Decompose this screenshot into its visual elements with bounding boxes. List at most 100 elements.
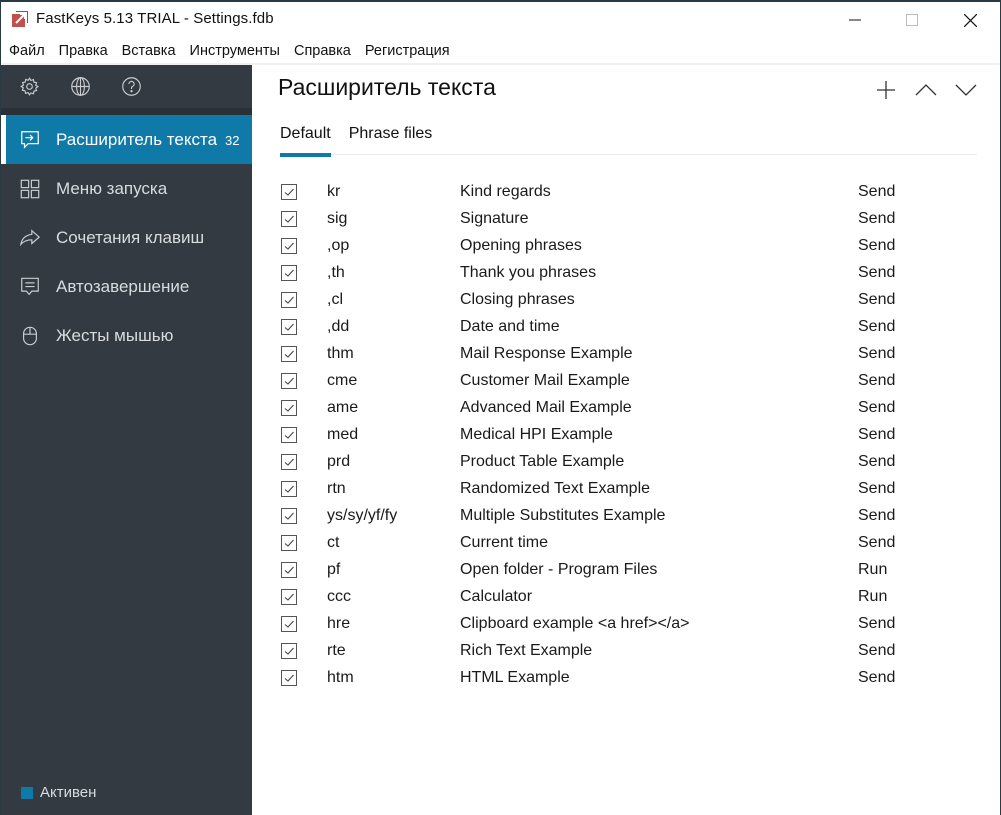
maximize-button[interactable] [883, 2, 941, 38]
menu-registration[interactable]: Регистрация [365, 43, 450, 59]
enabled-checkbox[interactable] [281, 345, 297, 362]
phrase-description: Multiple Substitutes Example [460, 506, 666, 524]
minimize-icon [849, 19, 861, 21]
phrase-abbreviation: thm [327, 344, 354, 362]
menu-insert[interactable]: Вставка [122, 43, 176, 59]
phrase-action: Send [858, 668, 896, 686]
tab-default[interactable]: Default [280, 123, 331, 157]
enabled-checkbox[interactable] [281, 453, 297, 470]
phrase-abbreviation: sig [327, 209, 348, 227]
enabled-checkbox[interactable] [281, 534, 297, 551]
checkmark-icon [284, 485, 294, 493]
phrase-row[interactable]: ct Current time Send [280, 529, 980, 556]
enabled-checkbox[interactable] [281, 318, 297, 335]
globe-icon [71, 77, 90, 96]
phrase-action: Send [858, 506, 896, 524]
phrase-row[interactable]: prd Product Table Example Send [280, 448, 980, 475]
checkmark-icon [284, 458, 294, 466]
mouse-icon [18, 324, 42, 348]
sidebar-item-label: Автозавершение [56, 276, 190, 296]
sidebar-item-shortcuts[interactable]: Сочетания клавиш [1, 213, 252, 262]
tab-phrase-files[interactable]: Phrase files [349, 123, 433, 155]
checkmark-icon [284, 215, 294, 223]
enabled-checkbox[interactable] [281, 237, 297, 254]
status-label: Активен [40, 784, 97, 801]
phrase-row[interactable]: htm HTML Example Send [280, 664, 980, 691]
phrase-abbreviation: ccc [327, 587, 351, 605]
phrase-row[interactable]: kr Kind regards Send [280, 178, 980, 205]
phrase-row[interactable]: ys/sy/yf/fy Multiple Substitutes Example… [280, 502, 980, 529]
checkmark-icon [284, 188, 294, 196]
title-bar: FastKeys 5.13 TRIAL - Settings.fdb [1, 2, 1000, 38]
move-up-button[interactable] [913, 77, 939, 103]
sidebar-item-autocomplete[interactable]: Автозавершение [1, 262, 252, 311]
help-icon [122, 77, 141, 96]
minimize-button[interactable] [826, 2, 884, 38]
enabled-checkbox[interactable] [281, 588, 297, 605]
add-phrase-button[interactable] [873, 77, 899, 103]
checkmark-icon [284, 431, 294, 439]
phrase-abbreviation: hre [327, 614, 351, 632]
enabled-checkbox[interactable] [281, 399, 297, 416]
phrase-description: Clipboard example <a href></a> [460, 614, 690, 632]
maximize-icon [906, 14, 918, 26]
checkmark-icon [284, 593, 294, 601]
phrase-action: Send [858, 371, 896, 389]
menu-edit[interactable]: Правка [59, 43, 108, 59]
status-indicator: Активен [21, 784, 96, 801]
enabled-checkbox[interactable] [281, 426, 297, 443]
menu-tools[interactable]: Инструменты [190, 43, 280, 59]
enabled-checkbox[interactable] [281, 669, 297, 686]
sidebar-divider [1, 108, 252, 115]
checkmark-icon [284, 647, 294, 655]
phrase-description: Medical HPI Example [460, 425, 613, 443]
phrase-row[interactable]: hre Clipboard example <a href></a> Send [280, 610, 980, 637]
checkmark-icon [284, 242, 294, 250]
phrase-row[interactable]: rtn Randomized Text Example Send [280, 475, 980, 502]
phrase-abbreviation: ,th [327, 263, 345, 281]
phrase-row[interactable]: rte Rich Text Example Send [280, 637, 980, 664]
enabled-checkbox[interactable] [281, 561, 297, 578]
plus-icon [877, 81, 895, 99]
close-button[interactable] [941, 2, 999, 38]
enabled-checkbox[interactable] [281, 210, 297, 227]
sidebar-item-start-menu[interactable]: Меню запуска [1, 164, 252, 213]
sidebar-item-text-expander[interactable]: Расширитель текста 32 [1, 115, 252, 164]
enabled-checkbox[interactable] [281, 372, 297, 389]
phrase-row[interactable]: ,dd Date and time Send [280, 313, 980, 340]
phrase-row[interactable]: pf Open folder - Program Files Run [280, 556, 980, 583]
checkmark-icon [284, 269, 294, 277]
enabled-checkbox[interactable] [281, 291, 297, 308]
comment-lines-icon [18, 275, 42, 299]
checkmark-icon [284, 674, 294, 682]
settings-button[interactable] [19, 76, 40, 97]
grid-icon [18, 177, 42, 201]
menu-file[interactable]: Файл [9, 43, 45, 59]
phrase-row[interactable]: sig Signature Send [280, 205, 980, 232]
enabled-checkbox[interactable] [281, 507, 297, 524]
web-button[interactable] [70, 76, 91, 97]
enabled-checkbox[interactable] [281, 642, 297, 659]
phrase-row[interactable]: ,th Thank you phrases Send [280, 259, 980, 286]
help-button[interactable] [121, 76, 142, 97]
phrase-row[interactable]: ccc Calculator Run [280, 583, 980, 610]
phrase-description: Closing phrases [460, 290, 575, 308]
phrase-description: Randomized Text Example [460, 479, 651, 497]
enabled-checkbox[interactable] [281, 264, 297, 281]
phrase-row[interactable]: ame Advanced Mail Example Send [280, 394, 980, 421]
move-down-button[interactable] [953, 77, 979, 103]
phrase-count-badge: 32 [225, 133, 240, 148]
phrase-row[interactable]: cme Customer Mail Example Send [280, 367, 980, 394]
menu-help[interactable]: Справка [294, 43, 351, 59]
phrase-row[interactable]: ,cl Closing phrases Send [280, 286, 980, 313]
phrase-row[interactable]: med Medical HPI Example Send [280, 421, 980, 448]
sidebar-item-mouse-gestures[interactable]: Жесты мышью [1, 311, 252, 360]
enabled-checkbox[interactable] [281, 480, 297, 497]
enabled-checkbox[interactable] [281, 615, 297, 632]
enabled-checkbox[interactable] [281, 183, 297, 200]
phrase-abbreviation: ,dd [327, 317, 350, 335]
phrase-abbreviation: ,op [327, 236, 350, 254]
checkmark-icon [284, 323, 294, 331]
phrase-row[interactable]: ,op Opening phrases Send [280, 232, 980, 259]
phrase-row[interactable]: thm Mail Response Example Send [280, 340, 980, 367]
